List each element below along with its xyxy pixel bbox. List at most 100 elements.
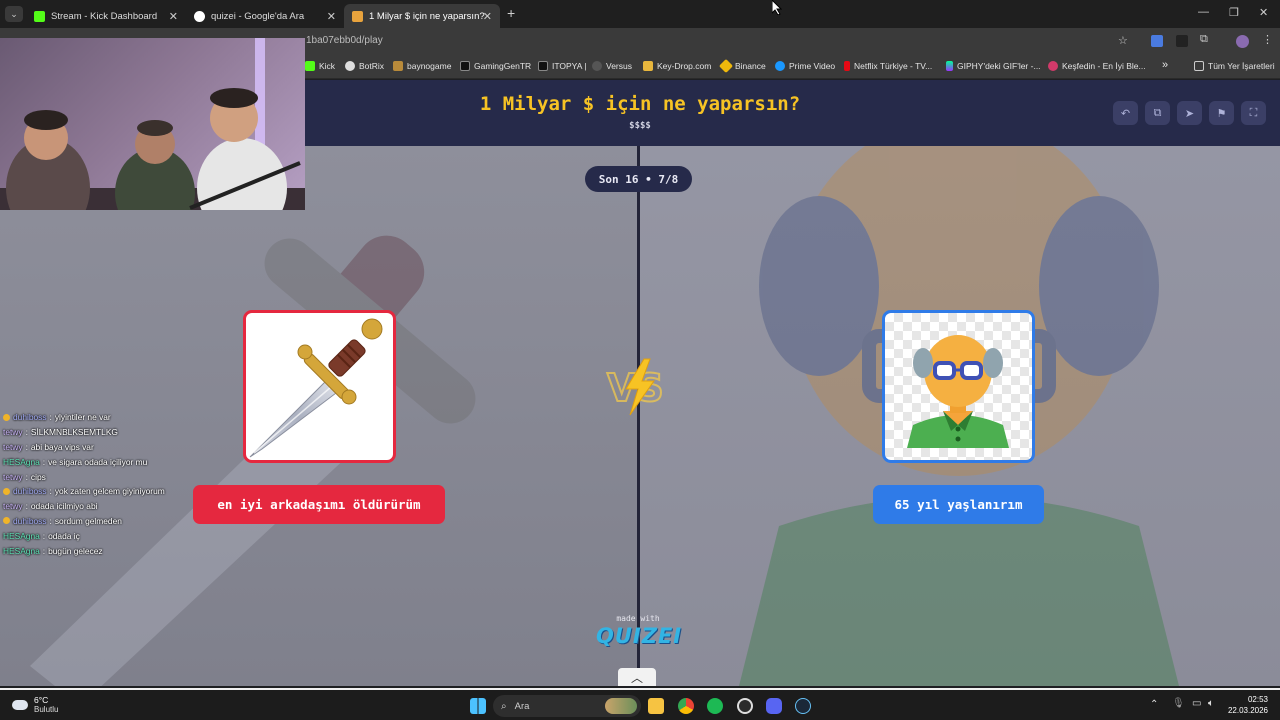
tab-title: 1 Milyar $ için ne yaparsın? - Ti — [369, 10, 487, 22]
chat-message: tetwy: SİLKMNBLKSEMTLKG — [3, 427, 118, 438]
all-bookmarks[interactable]: Tüm Yer İşaretleri — [1194, 61, 1275, 71]
file-explorer-icon[interactable] — [648, 698, 664, 714]
bookmark-prime-video[interactable]: Prime Video — [775, 61, 835, 71]
weather-widget[interactable]: 6°C Bulutlu — [12, 695, 58, 714]
chat-text: odada iç — [48, 530, 80, 541]
bookmark-baynogame[interactable]: baynogame — [393, 61, 451, 71]
versus-icon — [592, 61, 602, 71]
close-tab-icon[interactable]: ✕ — [327, 10, 336, 23]
translate-icon[interactable] — [1151, 35, 1163, 47]
search-placeholder: Ara — [514, 700, 530, 712]
network-icon[interactable]: ▭ — [1192, 698, 1201, 709]
bookmark-gaminggentr[interactable]: GamingGenTR — [460, 61, 531, 71]
bookmark-keydrop[interactable]: Key-Drop.com — [643, 61, 711, 71]
round-indicator: Son 16 • 7/8 — [585, 166, 692, 192]
windows-taskbar: 6°C Bulutlu ⌕ Ara ⌃ 🎙︎ ▭ 🔈︎ 02:53 22.03.… — [0, 688, 1280, 720]
clock-time[interactable]: 02:53 — [1248, 695, 1268, 704]
obs-icon[interactable] — [737, 698, 753, 714]
bookmark-label: GamingGenTR — [474, 61, 532, 71]
new-tab-button[interactable]: + — [507, 5, 515, 21]
google-icon — [194, 10, 205, 22]
giphy-icon — [946, 61, 953, 71]
webcam-feed — [0, 38, 305, 210]
bookmark-label: BotRix — [359, 61, 385, 71]
bookmark-botrix[interactable]: BotRix — [345, 61, 384, 71]
subscriber-badge-icon — [3, 487, 10, 495]
bookmark-binance[interactable]: Binance — [718, 58, 766, 74]
close-window-button[interactable]: ✕ — [1259, 6, 1268, 19]
chat-message: HESAgna: odada iç — [3, 530, 80, 541]
browser-tab-bar: ⌄ Stream - Kick Dashboard ✕ quizei - Goo… — [0, 0, 1280, 28]
fullscreen-button[interactable]: ⛶ — [1241, 101, 1266, 125]
bookmark-kesfedin[interactable]: Keşfedin - En İyi Ble... — [1048, 61, 1146, 71]
chat-message: duhiboss: sordum gelmeden — [3, 514, 303, 529]
tab-google-search[interactable]: quizei - Google'da Ara ✕ — [186, 4, 344, 28]
chat-username: tetwy — [3, 427, 23, 438]
weather-description: Bulutlu — [34, 705, 59, 714]
subscriber-badge-icon — [3, 517, 10, 525]
weather-temperature: 6°C — [34, 695, 49, 705]
right-choice-card[interactable] — [882, 310, 1035, 463]
maximize-button[interactable]: ❐ — [1229, 6, 1239, 19]
bookmark-label: Kick — [319, 61, 336, 71]
bookmark-netflix[interactable]: Netflix Türkiye - TV... — [844, 61, 932, 71]
tab-title: quizei - Google'da Ara — [211, 10, 305, 22]
undo-button[interactable]: ↶ — [1113, 101, 1138, 125]
extensions-puzzle-icon[interactable]: ⧉ — [1200, 33, 1208, 46]
share-button[interactable]: ➤ — [1177, 101, 1202, 125]
botrix-icon — [345, 61, 355, 71]
gaminggentr-icon — [460, 61, 470, 71]
volume-icon[interactable]: 🔈︎ — [1208, 698, 1214, 709]
taskbar-search[interactable]: ⌕ Ara — [493, 695, 641, 717]
scroll-up-button[interactable]: ︿ — [618, 668, 656, 686]
prime-video-icon — [775, 61, 785, 71]
tab-quizei-play[interactable]: 1 Milyar $ için ne yaparsın? - Ti ✕ — [344, 4, 500, 28]
search-highlight-icon — [605, 698, 637, 714]
steam-icon[interactable] — [795, 698, 811, 714]
chevron-up-icon: ︿ — [630, 670, 643, 685]
chat-text: cips — [30, 471, 46, 482]
close-tab-icon[interactable]: ✕ — [483, 10, 492, 23]
bookmark-label: Netflix Türkiye - TV... — [854, 61, 933, 71]
clock-date[interactable]: 22.03.2026 — [1228, 706, 1268, 715]
bookmark-label: Binance — [735, 61, 766, 71]
right-choice-button[interactable]: 65 yıl yaşlanırım — [873, 485, 1044, 524]
keydrop-icon — [643, 61, 653, 71]
bookmark-versus[interactable]: Versus — [592, 61, 632, 71]
menu-icon[interactable]: ⋮ — [1262, 33, 1273, 46]
chat-message: duhiboss: yok zaten gelcem giyiniyorum — [3, 484, 303, 499]
chat-message: HESAgna: ve sigara odada içiliyor mu — [3, 456, 148, 467]
start-windows-icon[interactable] — [470, 698, 486, 714]
bookmark-kick[interactable]: Kick — [305, 61, 335, 71]
tray-expand-icon[interactable]: ⌃ — [1150, 699, 1158, 710]
microphone-icon[interactable]: 🎙︎ — [1172, 698, 1185, 709]
minimize-button[interactable]: — — [1198, 6, 1209, 18]
chat-message: tetwy: abi baya vips var — [3, 441, 94, 452]
chat-username: tetwy — [3, 471, 23, 482]
chat-username: tetwy — [3, 501, 23, 512]
star-icon[interactable]: ☆ — [1118, 34, 1128, 47]
url-text[interactable]: 1ba07ebb0d/play — [306, 35, 383, 46]
chat-text: ve sigara odada içiliyor mu — [48, 456, 148, 467]
chat-message: HESAgna: bugün gelecez — [3, 545, 103, 556]
chrome-icon[interactable] — [678, 698, 694, 714]
tab-kick-dashboard[interactable]: Stream - Kick Dashboard ✕ — [26, 4, 186, 28]
bookmark-itopya[interactable]: ITOPYA | — [538, 61, 587, 71]
bookmark-label: ITOPYA | — [552, 61, 587, 71]
flag-icon: ⚑ — [1216, 107, 1227, 120]
discord-icon[interactable] — [766, 698, 782, 714]
bookmarks-more-button[interactable]: » — [1162, 59, 1168, 71]
shuffle-button[interactable]: ⧉ — [1145, 101, 1170, 125]
profile-icon[interactable] — [1236, 35, 1249, 48]
extension-icon[interactable] — [1176, 35, 1188, 47]
chat-username: HESAgna — [3, 545, 40, 556]
tab-search-button[interactable]: ⌄ — [5, 6, 23, 22]
spotify-icon[interactable] — [707, 698, 723, 714]
baynogame-icon — [393, 61, 403, 71]
report-button[interactable]: ⚑ — [1209, 101, 1234, 125]
kick-icon — [305, 61, 315, 71]
quizei-logo[interactable]: QUIZEI — [596, 624, 682, 648]
close-tab-icon[interactable]: ✕ — [169, 10, 178, 23]
chat-message: duhiboss: ylyintiler ne var — [3, 410, 303, 425]
bookmark-giphy[interactable]: GIPHY'deki GIF'ler -... — [946, 61, 1041, 71]
